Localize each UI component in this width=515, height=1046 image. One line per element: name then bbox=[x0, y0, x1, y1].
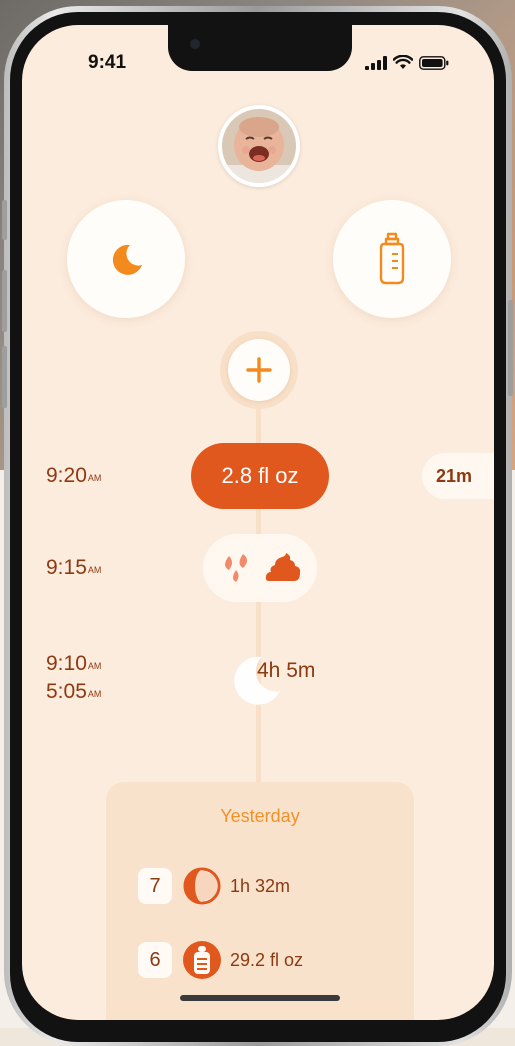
status-icons bbox=[365, 55, 449, 70]
front-camera bbox=[190, 39, 200, 49]
time-since-value: 21m bbox=[436, 465, 473, 486]
diaper-entry-time: 9:15AM bbox=[46, 554, 101, 582]
wifi-icon bbox=[393, 55, 413, 69]
feed-entry-pill[interactable]: 2.8 fl oz bbox=[191, 443, 329, 509]
sleep-total: 1h 32m bbox=[230, 875, 291, 896]
feeding-button[interactable] bbox=[333, 200, 451, 318]
sleep-start-ampm: AM bbox=[87, 689, 102, 699]
sleep-summary-row: 7 1h 32m bbox=[138, 866, 290, 906]
add-entry-button[interactable] bbox=[228, 339, 290, 401]
sleep-clock-icon bbox=[183, 867, 221, 905]
feed-time: 9:20 bbox=[46, 464, 87, 487]
cellular-signal-icon bbox=[365, 55, 387, 70]
sleep-duration: 4h 5m bbox=[257, 659, 316, 682]
feed-ampm: AM bbox=[87, 473, 102, 483]
sleep-end-ampm: AM bbox=[87, 661, 102, 671]
sleep-end-time: 9:10AM bbox=[46, 650, 101, 678]
feeding-count-badge: 6 bbox=[138, 942, 172, 978]
volume-up-button bbox=[2, 270, 7, 332]
status-time: 9:41 bbox=[88, 52, 127, 73]
baby-avatar[interactable] bbox=[218, 105, 300, 187]
yesterday-title: Yesterday bbox=[220, 806, 300, 826]
sleep-start: 5:05 bbox=[46, 680, 87, 703]
sleep-button[interactable] bbox=[67, 200, 185, 318]
feed-entry-time: 9:20AM bbox=[46, 462, 101, 490]
volume-down-button bbox=[2, 346, 7, 408]
sleep-count-badge: 7 bbox=[138, 868, 172, 904]
power-button bbox=[508, 300, 513, 396]
mute-switch bbox=[2, 200, 7, 240]
diaper-time: 9:15 bbox=[46, 556, 87, 579]
home-indicator[interactable] bbox=[180, 995, 340, 1001]
bottle-icon bbox=[183, 941, 221, 979]
poop-icon bbox=[265, 553, 301, 581]
feed-amount: 2.8 fl oz bbox=[221, 463, 299, 488]
feeding-summary-row: 6 29.2 fl oz bbox=[138, 940, 303, 980]
baby-photo bbox=[222, 109, 296, 183]
plus-icon bbox=[246, 357, 272, 383]
pee-drops-icon bbox=[225, 554, 247, 582]
diaper-ampm: AM bbox=[87, 565, 102, 575]
diaper-entry-pill[interactable] bbox=[203, 534, 317, 602]
battery-icon bbox=[419, 55, 449, 70]
notch bbox=[168, 25, 352, 71]
feeding-total: 29.2 fl oz bbox=[230, 949, 304, 970]
sleep-start-time: 5:05AM bbox=[46, 678, 101, 706]
bottle-icon bbox=[379, 232, 405, 285]
time-since-chip[interactable]: 21m bbox=[422, 453, 494, 499]
moon-icon bbox=[112, 244, 142, 275]
app-screen: 9:41 9:20AM 2.8 fl oz 21m 9:15AM 9:10AM … bbox=[22, 25, 494, 1020]
sleep-end: 9:10 bbox=[46, 652, 87, 675]
yesterday-summary-card[interactable]: Yesterday 7 1h 32m 6 29.2 fl oz bbox=[106, 782, 414, 1020]
